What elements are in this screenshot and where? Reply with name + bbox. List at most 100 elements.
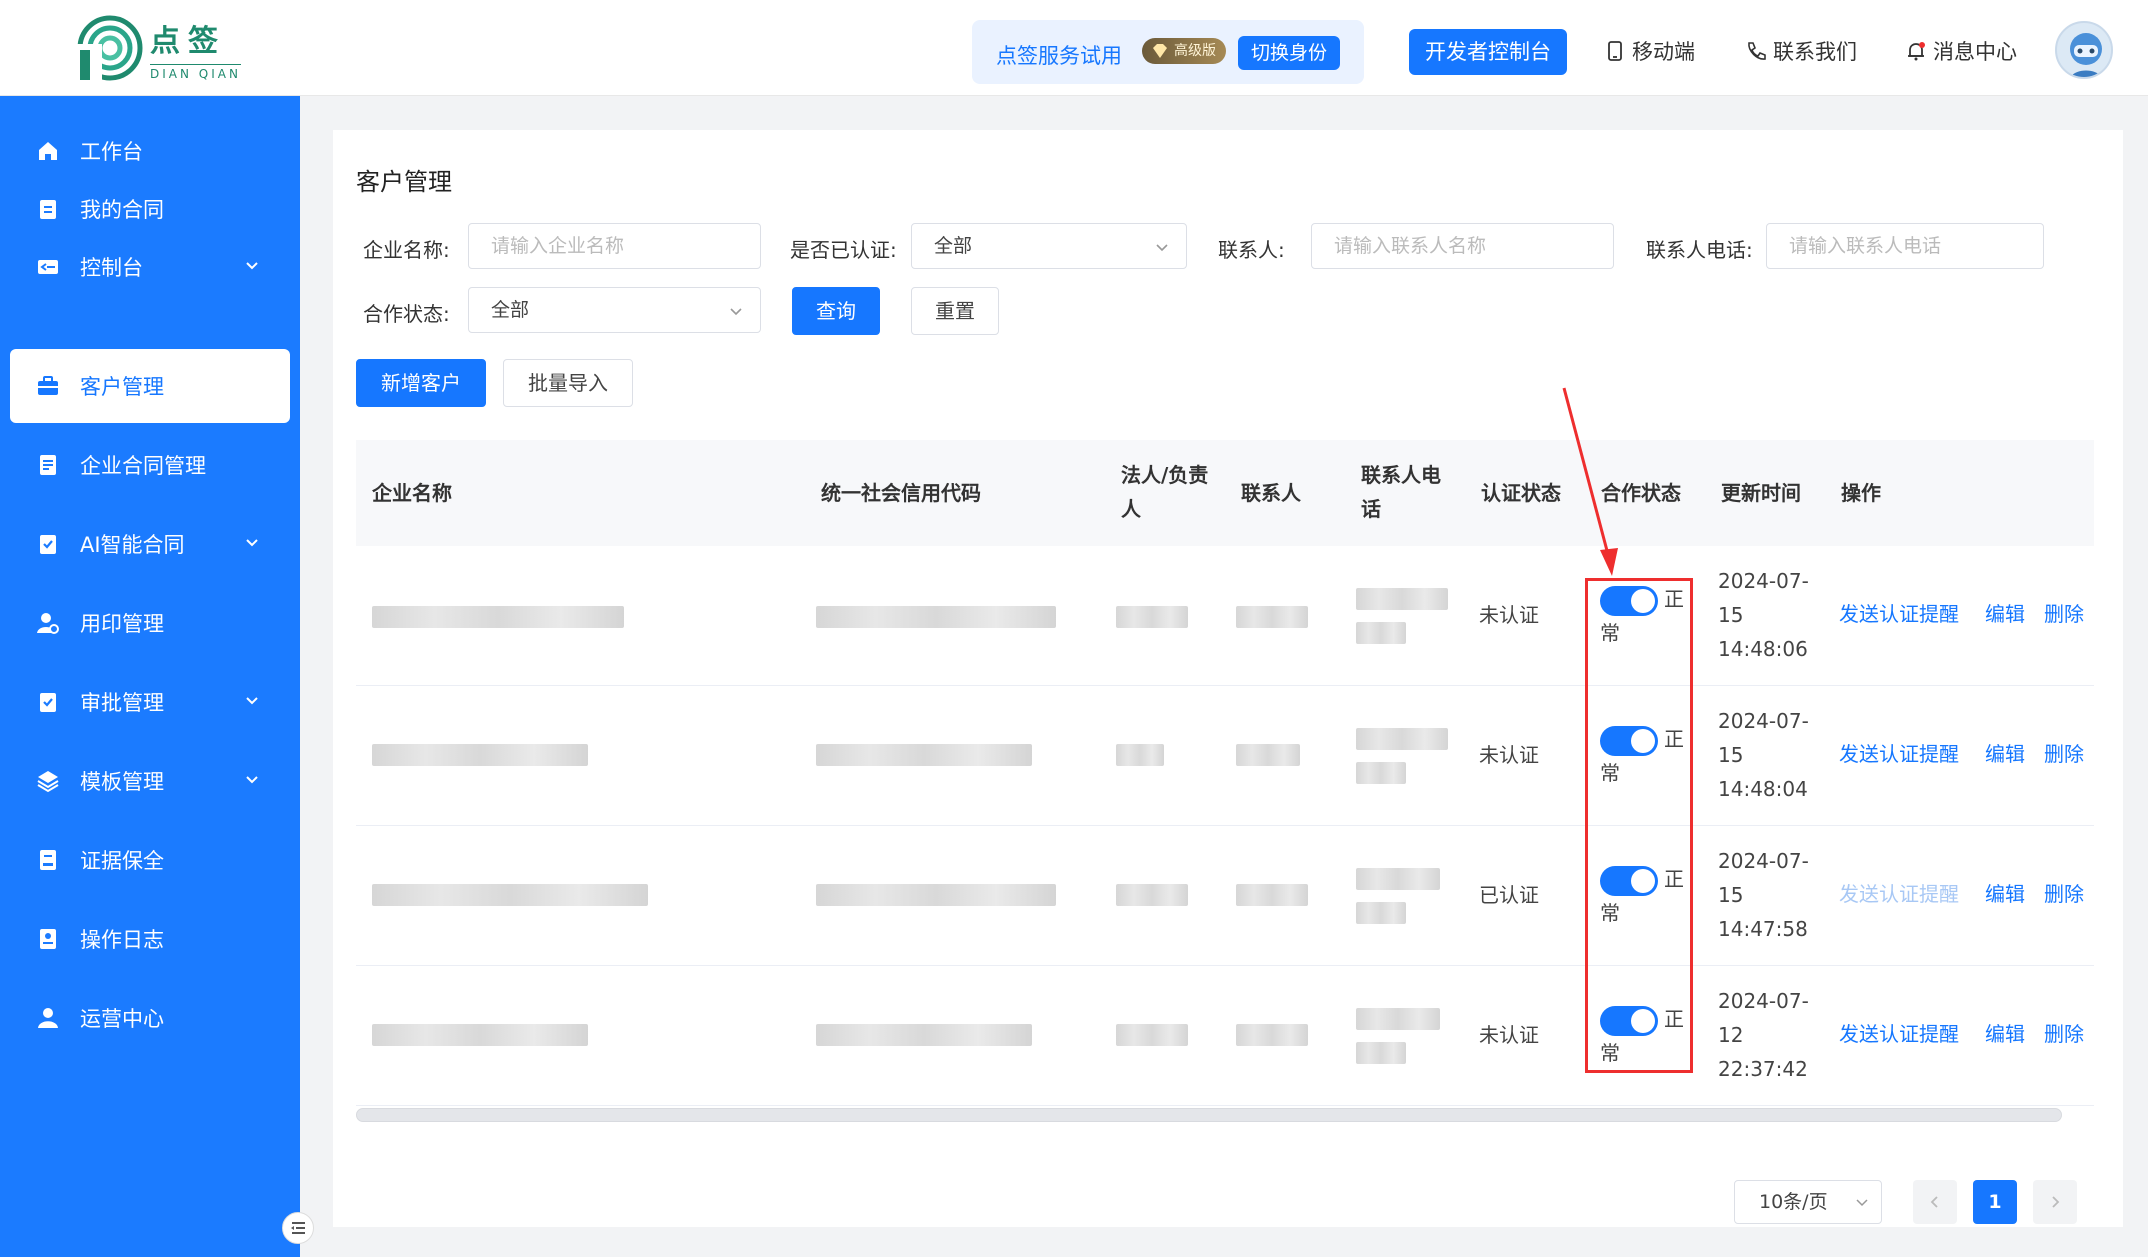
logo-chinese: 点签 <box>150 24 226 59</box>
coop-status-label: 合作状态: <box>363 302 450 326</box>
delete-link[interactable]: 删除 <box>2044 1018 2084 1047</box>
company-name-label: 企业名称: <box>363 238 450 262</box>
contact-link[interactable]: 联系我们 <box>1745 36 1857 66</box>
table-row: 已认证 正常 2024-07-15 14:47:58 发送认证提醒 编辑 删除 <box>356 826 2094 966</box>
page-title: 客户管理 <box>356 168 452 196</box>
chevron-down-icon <box>246 776 258 784</box>
edit-link[interactable]: 编辑 <box>1985 1018 2025 1047</box>
send-auth-reminder-link[interactable]: 发送认证提醒 <box>1839 738 1959 767</box>
prev-page-button[interactable] <box>1913 1180 1957 1224</box>
trial-link[interactable]: 点签服务试用 <box>996 40 1122 70</box>
sidebar-item-label: 控制台 <box>80 256 143 280</box>
sidebar-item-customer-management[interactable]: 客户管理 <box>10 349 290 423</box>
sidebar-item-ai-contracts[interactable]: AI智能合同 <box>10 507 290 581</box>
user-seal-icon <box>37 613 59 634</box>
chevron-down-icon <box>246 539 258 547</box>
page-size-select[interactable]: 10条/页 <box>1734 1180 1882 1224</box>
top-header: 点签 DIAN QIAN 点签服务试用 高级版 切换身份 开发者控制台 移动端 … <box>0 0 2148 96</box>
sidebar-item-operation-log[interactable]: 操作日志 <box>10 902 290 976</box>
column-header-credit-code: 统一社会信用代码 <box>821 481 981 505</box>
mobile-label: 移动端 <box>1632 40 1695 64</box>
sidebar-item-label: 模板管理 <box>80 770 164 794</box>
contact-phone-label: 联系人电话: <box>1646 238 1753 262</box>
sidebar-item-console[interactable]: 控制台 <box>10 230 290 304</box>
redacted-legal-person <box>1116 606 1188 628</box>
sidebar-collapse-button[interactable] <box>282 1212 314 1244</box>
updated-time: 2024-07-15 14:47:58 <box>1718 849 1809 941</box>
clipboard-icon <box>40 200 56 219</box>
sidebar-item-label: 证据保全 <box>80 849 164 873</box>
redacted-phone <box>1356 762 1406 784</box>
contact-name-input[interactable]: 请输入联系人名称 <box>1311 223 1614 269</box>
updated-time: 2024-07-15 14:48:04 <box>1718 709 1809 801</box>
chevron-down-icon <box>1156 244 1168 252</box>
verified-select-value: 全部 <box>934 235 973 257</box>
edit-link[interactable]: 编辑 <box>1985 738 2025 767</box>
bell-icon <box>1908 42 1925 61</box>
search-button[interactable]: 查询 <box>792 287 880 335</box>
sidebar-item-templates[interactable]: 模板管理 <box>10 744 290 818</box>
avatar-icon <box>2070 33 2102 77</box>
diamond-icon <box>1153 44 1167 58</box>
auth-status: 未认证 <box>1479 1023 1539 1047</box>
console-icon <box>38 260 58 274</box>
layers-icon <box>37 771 59 793</box>
chevron-left-icon <box>1930 1196 1938 1208</box>
collapse-menu-icon <box>291 1222 305 1234</box>
vip-badge: 高级版 <box>1142 38 1226 64</box>
company-name-input[interactable]: 请输入企业名称 <box>468 223 761 269</box>
redacted-company <box>372 606 624 628</box>
sidebar-item-approval[interactable]: 审批管理 <box>10 665 290 739</box>
batch-import-button[interactable]: 批量导入 <box>503 359 633 407</box>
redacted-contact <box>1236 744 1300 766</box>
redacted-phone <box>1356 1008 1440 1030</box>
horizontal-scrollbar[interactable] <box>356 1108 2062 1122</box>
reset-button[interactable]: 重置 <box>911 287 999 335</box>
updated-time: 2024-07-15 14:48:06 <box>1718 569 1809 661</box>
sidebar-item-label: 用印管理 <box>80 612 164 636</box>
delete-link[interactable]: 删除 <box>2044 738 2084 767</box>
redacted-legal-person <box>1116 744 1164 766</box>
send-auth-reminder-link[interactable]: 发送认证提醒 <box>1839 1018 1959 1047</box>
edit-link[interactable]: 编辑 <box>1985 598 2025 627</box>
column-header-contact: 联系人 <box>1241 481 1301 505</box>
page-number-button[interactable]: 1 <box>1973 1180 2017 1224</box>
redacted-company <box>372 744 588 766</box>
sidebar-item-enterprise-contracts[interactable]: 企业合同管理 <box>10 428 290 502</box>
user-avatar[interactable] <box>2055 21 2113 79</box>
document-icon <box>40 455 56 475</box>
annotation-arrow-icon <box>1562 387 1618 576</box>
add-customer-button[interactable]: 新增客户 <box>356 359 486 407</box>
logo-text: 点签 DIAN QIAN <box>150 16 241 81</box>
redacted-legal-person <box>1116 884 1188 906</box>
column-header-updated: 更新时间 <box>1721 481 1801 505</box>
mobile-link[interactable]: 移动端 <box>1604 36 1695 66</box>
redacted-credit-code <box>816 606 1056 628</box>
phone-icon <box>1748 42 1766 60</box>
redacted-contact <box>1236 1024 1308 1046</box>
contact-label: 联系我们 <box>1773 40 1857 64</box>
sidebar-item-label: 工作台 <box>80 140 143 164</box>
dianqian-logo-icon <box>74 15 143 82</box>
message-center-link[interactable]: 消息中心 <box>1905 36 2017 66</box>
edit-link[interactable]: 编辑 <box>1985 878 2025 907</box>
sidebar-item-operations-center[interactable]: 运营中心 <box>10 981 290 1055</box>
verified-select[interactable]: 全部 <box>911 223 1187 269</box>
switch-identity-button[interactable]: 切换身份 <box>1238 36 1340 70</box>
delete-link[interactable]: 删除 <box>2044 878 2084 907</box>
user-icon <box>38 1008 58 1028</box>
updated-time: 2024-07-12 22:37:42 <box>1718 989 1809 1081</box>
log-icon <box>40 929 56 949</box>
sidebar-item-label: 客户管理 <box>80 375 164 399</box>
send-auth-reminder-link-disabled: 发送认证提醒 <box>1839 882 1959 906</box>
delete-link[interactable]: 删除 <box>2044 598 2084 627</box>
auth-status: 未认证 <box>1479 743 1539 767</box>
sidebar-item-seal-management[interactable]: 用印管理 <box>10 586 290 660</box>
contact-phone-input[interactable]: 请输入联系人电话 <box>1766 223 2044 269</box>
coop-status-select[interactable]: 全部 <box>468 287 761 333</box>
developer-console-button[interactable]: 开发者控制台 <box>1409 29 1567 75</box>
send-auth-reminder-link[interactable]: 发送认证提醒 <box>1839 598 1959 627</box>
next-page-button[interactable] <box>2033 1180 2077 1224</box>
sidebar-item-evidence[interactable]: 证据保全 <box>10 823 290 897</box>
logo-english: DIAN QIAN <box>150 64 241 81</box>
